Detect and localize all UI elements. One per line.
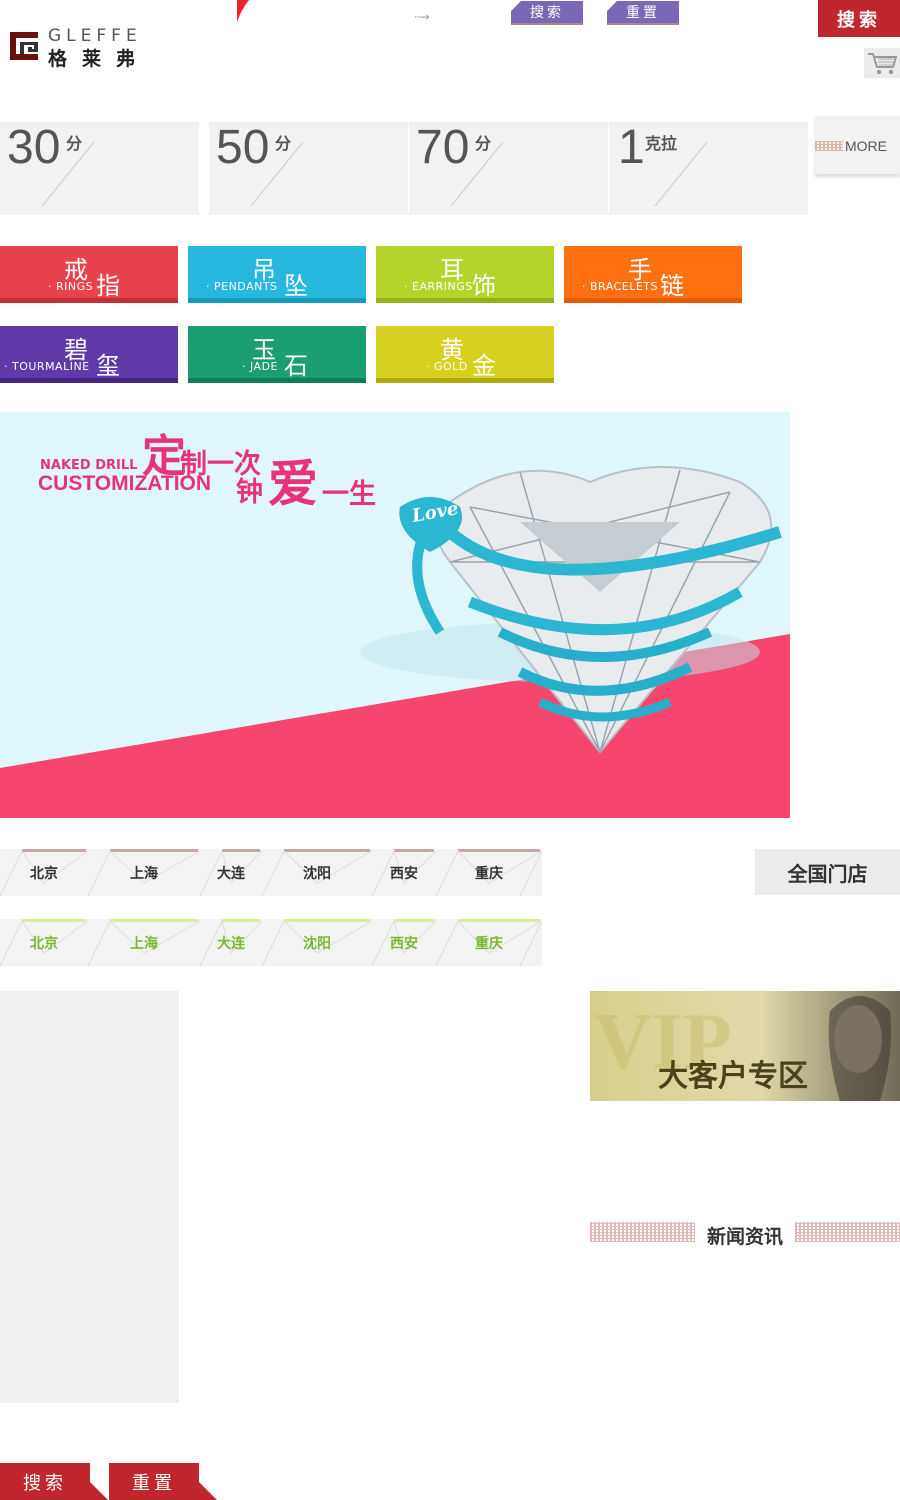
category-en: · RINGS: [48, 280, 94, 293]
category-zh-2: 坠: [284, 272, 308, 300]
category-zh-2: 石: [284, 352, 308, 380]
bottom-search-label: 搜索: [23, 1472, 67, 1494]
city-tab[interactable]: 上海: [96, 919, 192, 966]
reset-button-label: 重置: [626, 5, 660, 21]
news-hatch-left: [590, 1222, 695, 1242]
category-en: · BRACELETS: [582, 280, 658, 293]
category-en: · TOURMALINE: [4, 360, 90, 373]
vip-banner[interactable]: VIP 大客户专区: [590, 991, 900, 1101]
carat-number: 1: [618, 121, 645, 174]
carat-70-tile[interactable]: 70 分: [409, 121, 608, 215]
bottom-reset-button[interactable]: 重置: [109, 1463, 217, 1500]
more-hatch-decoration: [815, 141, 843, 151]
diagonal-line: [450, 141, 504, 207]
left-content-panel: [0, 991, 179, 1403]
category-bar: [188, 378, 366, 383]
city-tab[interactable]: 沈阳: [270, 919, 364, 966]
city-tabs-row-2: 北京 上海 大连 沈阳 西安 重庆: [0, 919, 542, 966]
category-en: · GOLD: [426, 360, 468, 373]
reset-button[interactable]: 重置: [607, 1, 679, 25]
city-tab[interactable]: 西安: [380, 919, 428, 966]
city-tab[interactable]: 大连: [208, 919, 254, 966]
news-title: 新闻资讯: [707, 1226, 784, 1248]
category-bar: [188, 298, 366, 303]
brand-name-english: GLEFFE: [48, 26, 142, 46]
category-en: · EARRINGS: [404, 280, 473, 293]
news-section-header: 新闻资讯: [590, 1210, 900, 1250]
city-tab[interactable]: 上海: [96, 849, 192, 896]
category-jade[interactable]: 玉 石 · JADE: [188, 326, 366, 383]
main-search-button[interactable]: 搜索: [818, 0, 900, 37]
category-zh-2: 链: [660, 272, 684, 300]
carat-30-tile[interactable]: 30 分: [0, 121, 199, 215]
category-zh-2: 指: [96, 272, 120, 300]
category-en: · JADE: [242, 360, 278, 373]
category-bar: [0, 298, 178, 303]
city-tab[interactable]: 重庆: [444, 919, 534, 966]
city-tab[interactable]: 西安: [380, 849, 428, 896]
diagonal-line: [41, 141, 95, 207]
shopping-cart-icon[interactable]: [864, 48, 900, 78]
category-zh-2: 金: [472, 352, 496, 380]
category-en: · PENDANTS: [206, 280, 278, 293]
carat-50-tile[interactable]: 50 分: [209, 121, 408, 215]
bottom-search-button[interactable]: 搜索: [0, 1463, 108, 1500]
banner-zh-e: 一生: [322, 479, 376, 510]
banner-zh-c: 钟: [236, 477, 263, 508]
banner-zh-d: 爱: [268, 455, 318, 513]
category-tourmaline[interactable]: 碧 玺 · TOURMALINE: [0, 326, 178, 383]
category-bar: [376, 378, 554, 383]
banner-en-line1: NAKED DRILL: [40, 458, 138, 473]
dotted-arrow-icon: ··→: [414, 10, 430, 24]
national-stores-button[interactable]: 全国门店: [755, 849, 900, 895]
city-tab[interactable]: 北京: [8, 919, 80, 966]
more-button[interactable]: MORE: [815, 116, 900, 174]
search-button[interactable]: 搜索: [511, 1, 583, 25]
city-tabs-row-1: 北京 上海 大连 沈阳 西安 重庆: [0, 849, 542, 896]
bottom-reset-label: 重置: [132, 1472, 176, 1494]
category-bar: [0, 378, 178, 383]
category-earrings[interactable]: 耳 饰 · EARRINGS: [376, 246, 554, 303]
logo-icon[interactable]: [8, 30, 40, 62]
category-pendants[interactable]: 吊 坠 · PENDANTS: [188, 246, 366, 303]
search-button-label: 搜索: [530, 5, 564, 21]
city-tab[interactable]: 大连: [208, 849, 254, 896]
category-zh-2: 饰: [472, 272, 496, 300]
customization-banner[interactable]: NAKED DRILL CUSTOMIZATION 定 制一次 钟 爱 一生 L…: [0, 412, 790, 818]
city-tab[interactable]: 北京: [8, 849, 80, 896]
category-gold[interactable]: 黄 金 · GOLD: [376, 326, 554, 383]
category-rings[interactable]: 戒 指 · RINGS: [0, 246, 178, 303]
brand-name-chinese: 格莱弗: [48, 48, 151, 70]
news-hatch-right: [795, 1222, 900, 1242]
city-tab[interactable]: 重庆: [444, 849, 534, 896]
decorative-red-tab: [237, 0, 267, 22]
category-bracelets[interactable]: 手 链 · BRACELETS: [564, 246, 742, 303]
city-tab[interactable]: 沈阳: [270, 849, 364, 896]
category-bar: [564, 298, 742, 303]
diagonal-line: [250, 141, 304, 207]
diagonal-line: [654, 141, 708, 207]
carat-1ct-tile[interactable]: 1 克拉: [609, 121, 808, 215]
category-bar: [376, 298, 554, 303]
vip-title: 大客户专区: [658, 1059, 808, 1094]
more-label: MORE: [845, 138, 887, 154]
category-zh-2: 玺: [96, 352, 120, 380]
